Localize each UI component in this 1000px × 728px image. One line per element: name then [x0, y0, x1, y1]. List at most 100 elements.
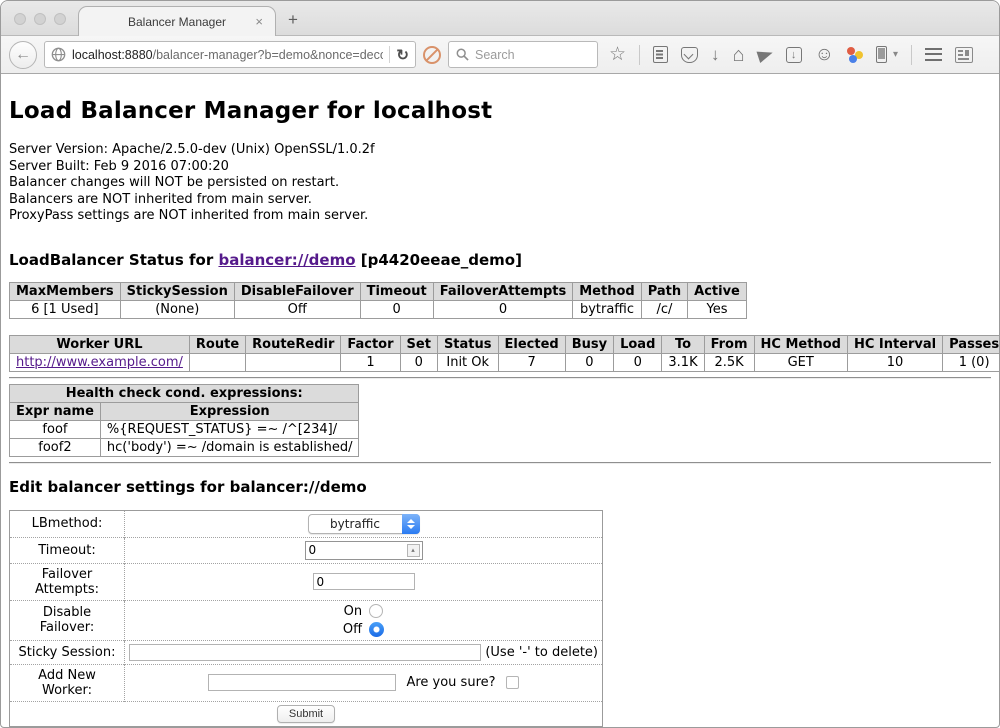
clipboard-icon[interactable] — [653, 46, 668, 63]
failover-attempts-input[interactable] — [313, 573, 415, 590]
sticky-session-label: Sticky Session: — [10, 640, 125, 664]
cell-method: bytraffic — [573, 300, 641, 318]
bookmark-star-icon[interactable]: ☆ — [609, 45, 626, 64]
downloads-icon[interactable]: ↓ — [711, 46, 720, 63]
col-disablefailover: DisableFailover — [234, 282, 360, 300]
tab-title: Balancer Manager — [128, 15, 226, 29]
col-routeredir: RouteRedir — [246, 335, 341, 353]
table-header-row: MaxMembers StickySession DisableFailover… — [10, 282, 747, 300]
close-window-button[interactable] — [14, 13, 26, 25]
feedback-smiley-icon[interactable]: ☺ — [815, 45, 834, 64]
cell-load: 0 — [614, 353, 662, 371]
add-worker-field-cell: Are you sure? — [125, 664, 603, 701]
disable-failover-label: Disable Failover: — [10, 600, 125, 640]
form-row-add-worker: Add New Worker: Are you sure? — [10, 664, 603, 701]
edit-balancer-form: LBmethod: bytraffic Timeout: ▴ — [9, 510, 603, 727]
url-bar[interactable]: localhost:8880/balancer-manager?b=demo&n… — [44, 41, 416, 68]
server-info: Server Version: Apache/2.5.0-dev (Unix) … — [9, 142, 991, 225]
table-row: http://www.example.com/ 1 0 Init Ok 7 0 … — [10, 353, 1000, 371]
section-divider — [9, 377, 991, 379]
submit-button[interactable]: Submit — [277, 705, 335, 723]
number-stepper-icon[interactable]: ▴ — [407, 544, 420, 557]
url-text[interactable]: localhost:8880/balancer-manager?b=demo&n… — [72, 48, 383, 62]
device-icon[interactable] — [876, 46, 887, 63]
back-button[interactable]: ← — [9, 41, 37, 69]
form-row-disable-failover: Disable Failover: On Off — [10, 600, 603, 640]
table-header-row: Worker URL Route RouteRedir Factor Set S… — [10, 335, 1000, 353]
colored-dots-addon-icon[interactable] — [847, 47, 863, 63]
col-factor: Factor — [341, 335, 400, 353]
window-controls[interactable] — [14, 13, 66, 25]
balancer-demo-link[interactable]: balancer://demo — [218, 251, 355, 269]
apps-grid-icon[interactable] — [955, 47, 973, 63]
table-header-row: Expr name Expression — [10, 402, 359, 420]
failover-field-cell — [125, 563, 603, 600]
col-passes: Passes — [943, 335, 1000, 353]
cell-timeout: 0 — [360, 300, 433, 318]
minimize-window-button[interactable] — [34, 13, 46, 25]
search-bar[interactable] — [448, 41, 598, 68]
sticky-session-input[interactable] — [129, 644, 481, 661]
cell-disablefailover: Off — [234, 300, 360, 318]
toolbar-separator — [639, 45, 640, 65]
cell-expression: %{REQUEST_STATUS} =~ /^[234]/ — [100, 420, 359, 438]
lbmethod-selected-value: bytraffic — [309, 517, 402, 531]
cell-set: 0 — [400, 353, 437, 371]
status-heading-suffix: [p4420eeae_demo] — [356, 251, 522, 269]
are-you-sure-checkbox[interactable] — [506, 676, 519, 689]
send-icon[interactable] — [756, 46, 774, 62]
timeout-input[interactable] — [309, 543, 407, 557]
cell-hc-interval: 10 — [847, 353, 942, 371]
form-row-lbmethod: LBmethod: bytraffic — [10, 510, 603, 537]
cell-failoverattempts: 0 — [433, 300, 573, 318]
cell-elected: 7 — [498, 353, 565, 371]
col-to: To — [662, 335, 704, 353]
cell-expr-name: foof — [10, 420, 101, 438]
health-check-table: Health check cond. expressions: Expr nam… — [9, 384, 359, 457]
cell-from: 2.5K — [704, 353, 754, 371]
failover-on-radio[interactable] — [369, 604, 383, 618]
notice-proxypass: ProxyPass settings are NOT inherited fro… — [9, 208, 991, 225]
tab-bar: Balancer Manager × + — [1, 1, 999, 36]
col-method: Method — [573, 282, 641, 300]
col-hc-method: HC Method — [754, 335, 847, 353]
new-tab-button[interactable]: + — [288, 10, 298, 30]
menu-icon[interactable] — [925, 48, 942, 61]
col-hc-interval: HC Interval — [847, 335, 942, 353]
pocket-icon[interactable] — [681, 47, 698, 63]
on-label: On — [343, 604, 362, 619]
worker-table: Worker URL Route RouteRedir Factor Set S… — [9, 335, 1000, 372]
col-path: Path — [641, 282, 687, 300]
worker-url-link[interactable]: http://www.example.com/ — [16, 355, 183, 370]
cell-active: Yes — [688, 300, 747, 318]
tab-close-icon[interactable]: × — [255, 14, 263, 29]
zoom-window-button[interactable] — [54, 13, 66, 25]
col-failoverattempts: FailoverAttempts — [433, 282, 573, 300]
cell-maxmembers: 6 [1 Used] — [10, 300, 121, 318]
tab-balancer-manager[interactable]: Balancer Manager × — [78, 6, 276, 36]
sticky-session-hint: (Use '-' to delete) — [485, 645, 598, 660]
failover-off-radio[interactable] — [369, 622, 384, 637]
col-active: Active — [688, 282, 747, 300]
form-row-submit: Submit — [10, 701, 603, 726]
lbmethod-select[interactable]: bytraffic — [308, 514, 420, 534]
add-worker-input[interactable] — [208, 674, 396, 691]
timeout-field-wrap: ▴ — [305, 541, 423, 560]
cell-route — [189, 353, 245, 371]
search-input[interactable] — [475, 48, 590, 62]
navigation-toolbar: ← localhost:8880/balancer-manager?b=demo… — [1, 36, 999, 74]
content-blocked-icon[interactable] — [423, 46, 441, 64]
cell-worker-url: http://www.example.com/ — [10, 353, 190, 371]
health-table-title: Health check cond. expressions: — [10, 384, 359, 402]
home-icon[interactable]: ⌂ — [733, 45, 745, 65]
globe-icon[interactable] — [51, 47, 66, 62]
col-expr-name: Expr name — [10, 402, 101, 420]
col-set: Set — [400, 335, 437, 353]
reload-icon[interactable]: ↻ — [396, 46, 409, 64]
save-page-icon[interactable]: ↓ — [786, 47, 802, 63]
col-busy: Busy — [565, 335, 613, 353]
table-title-row: Health check cond. expressions: — [10, 384, 359, 402]
chevron-down-icon[interactable]: ▾ — [893, 49, 898, 60]
page-title: Load Balancer Manager for localhost — [9, 98, 991, 124]
col-timeout: Timeout — [360, 282, 433, 300]
